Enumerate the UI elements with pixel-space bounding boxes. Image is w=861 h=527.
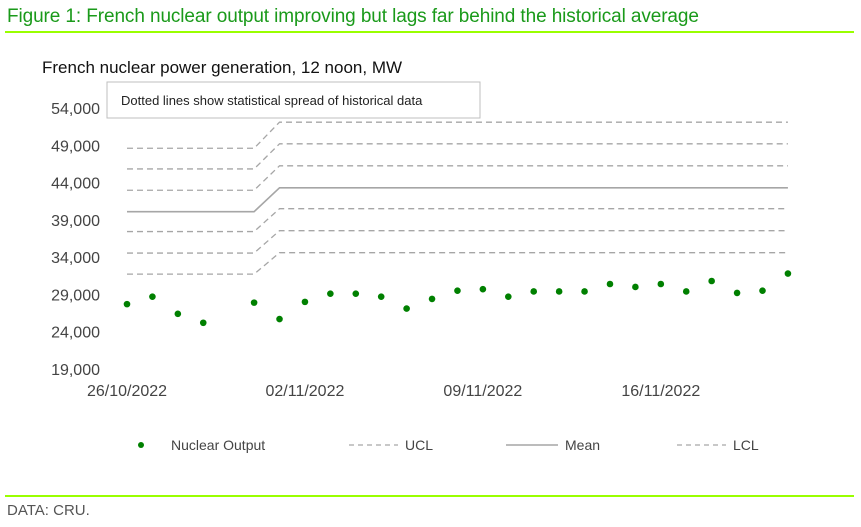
annotation-box: Dotted lines show statistical spread of … [106,81,481,119]
annotation-text: Dotted lines show statistical spread of … [121,93,423,108]
data-point [403,305,410,312]
y-tick-label: 54,000 [51,101,100,118]
y-tick-label: 39,000 [51,213,100,230]
data-point [759,287,766,295]
data-point [149,293,156,300]
lcl-line [127,252,788,275]
data-point [581,288,588,295]
data-point [199,319,207,327]
ucl-line [127,165,788,191]
data-point [250,299,258,306]
data-point [174,310,182,318]
data-point [784,270,792,277]
y-tick-label: 44,000 [51,176,100,193]
data-point [123,300,131,308]
y-tick-label: 29,000 [51,287,100,304]
data-point [682,288,690,295]
data-point [479,285,487,293]
y-axis: 19,000 24,000 29,000 34,000 39,000 44,000 49,0… [51,101,100,379]
legend-label-nuclear-output: Nuclear Output [171,437,265,453]
x-tick-label: 09/11/2022 [443,383,522,400]
y-tick-label: 24,000 [51,325,100,342]
data-point [708,277,715,285]
nuclear-output-series [123,270,792,327]
x-tick-label: 02/11/2022 [265,383,344,400]
data-point [377,293,385,300]
data-point [352,290,360,297]
legend-label-mean: Mean [565,437,600,453]
data-point [733,289,741,297]
data-point [454,287,461,295]
control-lines [127,121,788,275]
data-point [632,283,639,291]
legend: Nuclear Output UCL Mean LCL [138,437,759,453]
data-point [657,280,665,288]
data-point [276,315,283,323]
chart-title: French nuclear power generation, 12 noon… [42,58,402,77]
lcl-line [127,230,788,254]
data-source: DATA: CRU. [7,502,90,519]
x-tick-label: 26/10/2022 [87,383,167,400]
data-point [428,295,436,303]
legend-label-ucl: UCL [405,437,433,453]
data-point [530,288,538,295]
chart: French nuclear power generation, 12 noon… [42,58,792,453]
data-point [301,298,309,306]
data-point [555,288,563,295]
y-tick-label: 34,000 [51,250,100,267]
data-point [606,280,614,288]
data-point [327,290,334,297]
x-axis: 26/10/2022 02/11/2022 09/11/2022 16/11/2022 [87,383,700,400]
legend-dot-nuclear-output [138,442,144,448]
footer-rule [5,495,854,497]
legend-label-lcl: LCL [733,437,759,453]
y-tick-label: 49,000 [51,138,100,155]
x-tick-label: 16/11/2022 [621,383,700,400]
data-point [505,293,512,300]
y-tick-label: 19,000 [51,362,100,379]
